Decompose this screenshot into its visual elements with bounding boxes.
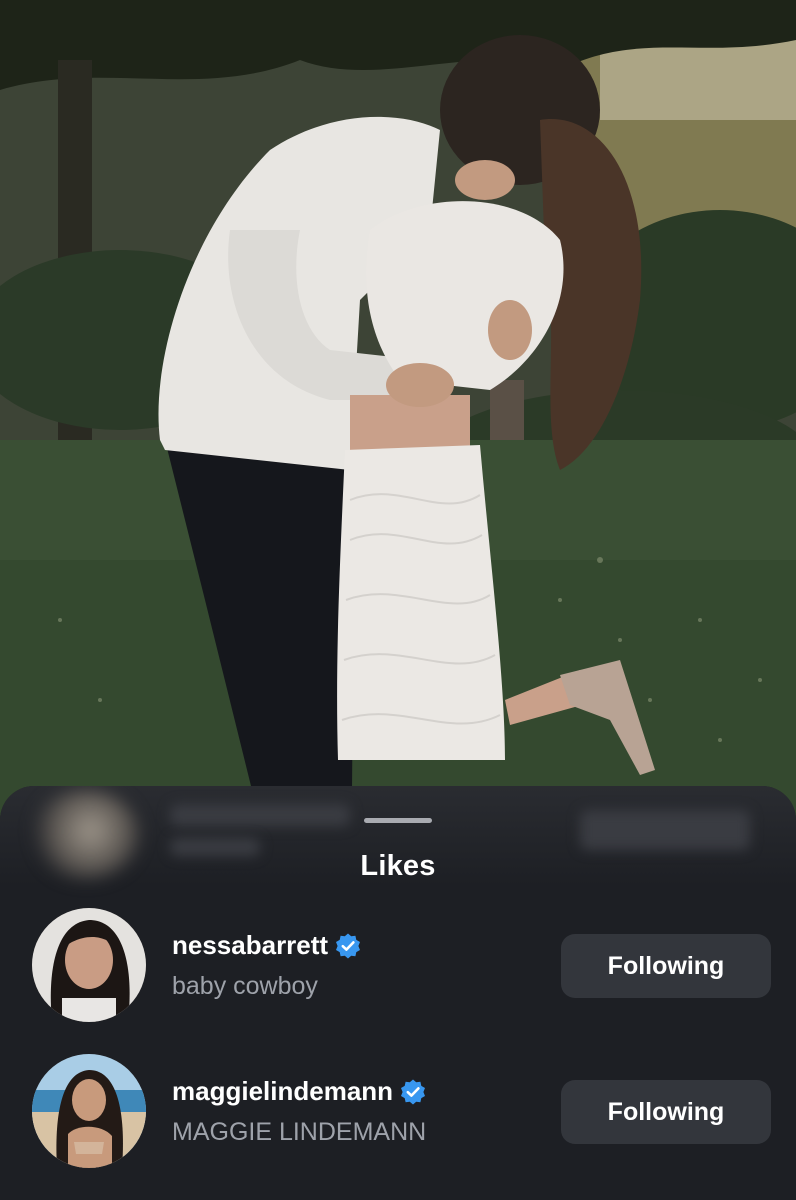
avatar[interactable]: [32, 908, 146, 1022]
sheet-grabber-handle[interactable]: [364, 818, 432, 823]
list-item[interactable]: nessabarrett baby cowboy Following: [0, 908, 796, 1028]
following-button[interactable]: Following: [561, 934, 771, 998]
blurred-text: [170, 804, 350, 826]
post-photo: [0, 0, 796, 840]
username[interactable]: nessabarrett: [172, 930, 328, 961]
user-subtitle: MAGGIE LINDEMANN: [172, 1118, 427, 1146]
avatar[interactable]: [32, 1054, 146, 1168]
following-button[interactable]: Following: [561, 1080, 771, 1144]
verified-badge-icon: [401, 1079, 426, 1104]
sheet-title: Likes: [360, 850, 436, 882]
screen: Likes nessabarrett baby cowboy Following: [0, 0, 796, 1200]
blurred-button: [580, 810, 750, 850]
verified-badge-icon: [336, 933, 361, 958]
list-item[interactable]: maggielindemann MAGGIE LINDEMANN Followi…: [0, 1054, 796, 1174]
username[interactable]: maggielindemann: [172, 1076, 393, 1107]
user-subtitle: baby cowboy: [172, 972, 318, 1000]
